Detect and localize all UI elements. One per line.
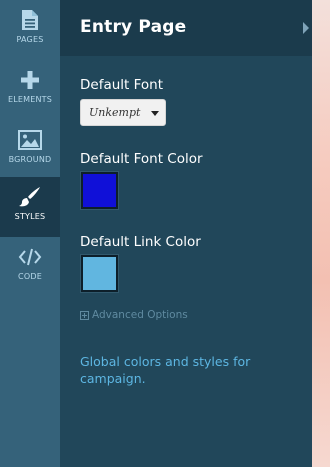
chevron-right-icon[interactable] [303,22,309,34]
sidebar-item-pages[interactable]: PAGES [0,0,60,60]
sidebar-item-label: ELEMENTS [7,95,53,104]
default-font-label: Default Font [80,77,164,93]
sidebar: PAGES ELEMENTS BGROUND STYLES CODE [0,0,60,467]
styles-panel: Entry Page Default Font Unkempt Default … [60,0,312,467]
default-font-select[interactable]: Unkempt [80,99,166,126]
sidebar-item-label: CODE [18,272,42,281]
sidebar-item-bground[interactable]: BGROUND [0,120,60,180]
default-font-value: Unkempt [89,106,141,119]
document-icon [17,8,43,32]
sidebar-item-label: BGROUND [8,155,52,164]
caret-down-icon [151,111,159,116]
advanced-options-label: Advanced Options [92,309,188,321]
default-link-color-swatch[interactable] [81,255,118,292]
panel-title: Entry Page [80,17,187,37]
plus-icon [17,68,43,92]
default-font-color-swatch[interactable] [81,172,118,209]
sidebar-item-label: STYLES [14,212,46,221]
help-text: Global colors and styles for campaign. [80,354,251,386]
default-font-color-label: Default Font Color [80,151,203,167]
sidebar-item-code[interactable]: CODE [0,237,60,297]
paintbrush-icon [17,185,43,209]
sidebar-item-label: PAGES [16,35,44,44]
page-background [312,0,330,467]
panel-header: Entry Page [60,0,312,56]
image-icon [17,128,43,152]
code-icon [17,245,43,269]
sidebar-item-styles[interactable]: STYLES [0,177,60,237]
advanced-options-toggle[interactable]: Advanced Options [80,309,188,321]
default-link-color-label: Default Link Color [80,234,201,250]
plus-square-icon [80,310,89,320]
sidebar-item-elements[interactable]: ELEMENTS [0,60,60,120]
